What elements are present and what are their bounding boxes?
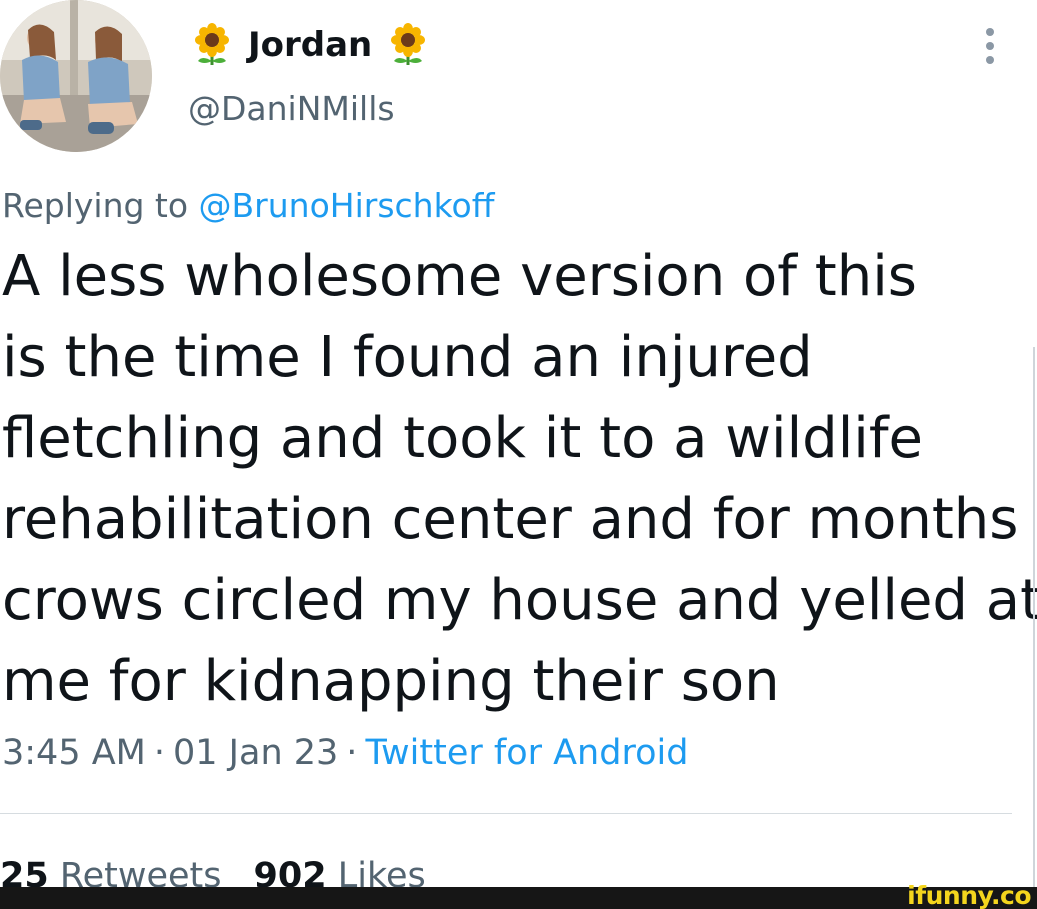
author-display-name[interactable]: Jordan bbox=[248, 23, 372, 67]
tweet-text-line: crows circled my house and yelled at bbox=[2, 568, 1037, 633]
tweet-source-link[interactable]: Twitter for Android bbox=[365, 733, 688, 773]
tweet-time[interactable]: 3:45 AM bbox=[2, 733, 146, 773]
author-handle[interactable]: @DaniNMills bbox=[188, 87, 395, 131]
tweet-text-line: fletchling and took it to a wildlife bbox=[2, 406, 923, 471]
sunflower-icon bbox=[391, 23, 426, 65]
avatar-photo bbox=[0, 0, 152, 152]
tweet-text-line: me for kidnapping their son bbox=[2, 649, 780, 714]
ifunny-watermark: ifunny.co bbox=[907, 881, 1031, 909]
tweet-text: A less wholesome version of this is the … bbox=[2, 236, 1037, 722]
avatar[interactable] bbox=[0, 0, 152, 152]
watermark-bar: ifunny.co bbox=[0, 881, 1037, 909]
author-name-row[interactable]: Jordan bbox=[190, 20, 430, 70]
tweet-metadata: 3:45 AM · 01 Jan 23 · Twitter for Android bbox=[2, 727, 688, 779]
sunflower-icon bbox=[195, 23, 229, 65]
meta-separator: · bbox=[346, 733, 358, 773]
tweet-text-line: is the time I found an injured bbox=[2, 325, 813, 390]
more-options-icon[interactable] bbox=[975, 24, 1005, 68]
meta-separator: · bbox=[153, 733, 166, 773]
replying-to: Replying to @BrunoHirschkoff bbox=[2, 182, 494, 230]
tweet-text-line: rehabilitation center and for months bbox=[2, 487, 1019, 552]
replying-to-handle-link[interactable]: @BrunoHirschkoff bbox=[199, 186, 495, 225]
replying-to-label: Replying to bbox=[2, 186, 189, 225]
tweet-text-line: A less wholesome version of this bbox=[2, 244, 917, 309]
card-edge-border bbox=[1033, 347, 1035, 887]
tweet-date[interactable]: 01 Jan 23 bbox=[173, 733, 338, 773]
tweet-screenshot: Jordan @DaniNMills Replying to @BrunoHir… bbox=[0, 0, 1037, 909]
divider bbox=[0, 813, 1012, 814]
